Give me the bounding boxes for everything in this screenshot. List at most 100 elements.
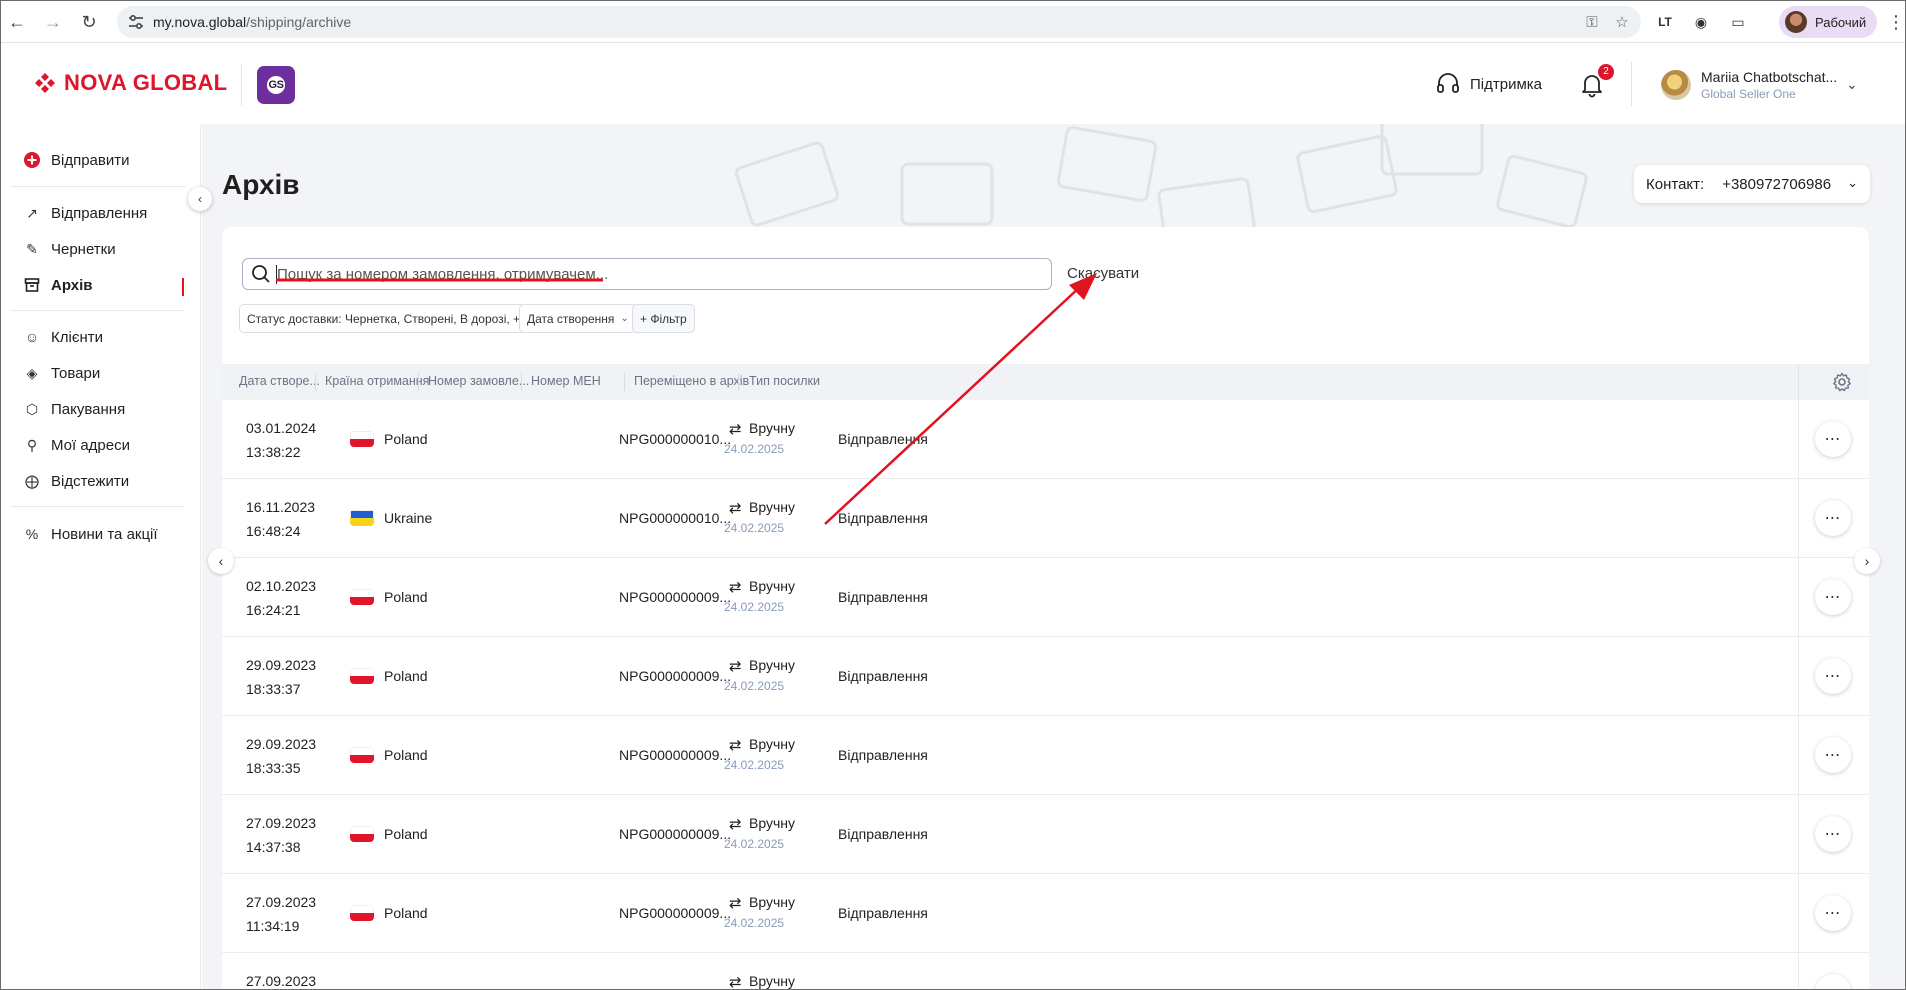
support-button[interactable]: Підтримка	[1435, 71, 1542, 97]
table-row[interactable]: 27.09.2023 ⇄ Вручну	[222, 953, 1798, 989]
sidebar-item-label: Архів	[51, 276, 93, 294]
table-row[interactable]: 02.10.2023 16:24:21 Poland NPG000000009... ⇄…	[222, 558, 1798, 637]
table-row[interactable]: 16.11.2023 16:48:24 Ukraine NPG000000010...…	[222, 479, 1798, 558]
address-bar[interactable]: my.nova.global/shipping/archive ⚿ ☆	[117, 6, 1641, 38]
search-input[interactable]: Пошук за номером замовлення, отримувачем…	[242, 258, 1052, 290]
archive-icon	[23, 276, 41, 294]
created-time: 18:33:37	[246, 681, 301, 697]
poland-flag-icon	[350, 826, 374, 842]
move-arrows-icon: ⇄	[729, 816, 742, 833]
sidebar: Відправити ↗ Відправлення ✎ Чернетки Арх…	[1, 124, 201, 989]
extensions-icon[interactable]: ▭	[1728, 12, 1748, 32]
created-date: 02.10.2023	[246, 578, 317, 594]
support-label: Підтримка	[1470, 75, 1543, 93]
more-actions-button[interactable]: ⋯	[1815, 658, 1851, 694]
key-icon[interactable]: ⚿	[1583, 14, 1601, 32]
forward-icon[interactable]: →	[41, 10, 65, 34]
column-parcel-type[interactable]: Тип посилки	[749, 374, 820, 388]
sidebar-item-shipments[interactable]: ↗ Відправлення	[23, 204, 147, 222]
tag-icon: ◈	[26, 364, 38, 381]
meh-number: NPG000000009...	[619, 905, 732, 921]
url-text: my.nova.global/shipping/archive	[153, 14, 352, 30]
headset-icon	[1437, 73, 1459, 93]
column-moved-to-archive[interactable]: Переміщено в архів	[634, 374, 749, 388]
main-content: Архів Контакт: +380972706986 ⌄ Пошук за …	[202, 124, 1905, 989]
moved-date: 24.02.2025	[724, 916, 785, 930]
scroll-left-button[interactable]: ‹	[208, 548, 234, 574]
moved-method: Вручну	[749, 894, 795, 910]
back-icon[interactable]: ←	[5, 10, 29, 34]
sidebar-item-track[interactable]: ⨁ Відстежити	[23, 472, 129, 490]
sidebar-item-label: Відстежити	[51, 472, 130, 490]
table-row[interactable]: 27.09.2023 14:37:38 Poland NPG000000009... ⇄…	[222, 795, 1798, 874]
move-arrows-icon: ⇄	[729, 500, 742, 517]
sidebar-item-clients[interactable]: ☺ Клієнти	[23, 328, 103, 346]
contact-selector[interactable]: Контакт: +380972706986 ⌄	[1634, 165, 1870, 203]
gs-badge[interactable]: GS	[257, 66, 295, 104]
more-actions-button[interactable]: ⋯	[1815, 579, 1851, 615]
more-actions-button[interactable]: ⋯	[1815, 895, 1851, 931]
country-name: Ukraine	[384, 510, 433, 526]
sidebar-item-news[interactable]: % Новини та акції	[23, 525, 158, 543]
site-settings-icon[interactable]	[127, 13, 145, 31]
sidebar-item-send[interactable]: Відправити	[23, 151, 130, 169]
user-name[interactable]: Mariia Chatbotschat...	[1701, 69, 1837, 85]
users-icon: ☺	[24, 329, 40, 345]
filter-label: Дата створення	[527, 311, 615, 326]
more-actions-button[interactable]: ⋯	[1815, 737, 1851, 773]
moved-date: 24.02.2025	[724, 837, 785, 851]
sidebar-item-addresses[interactable]: ⚲ Мої адреси	[23, 436, 130, 454]
star-icon[interactable]: ☆	[1613, 14, 1631, 32]
poland-flag-icon	[350, 668, 374, 684]
gear-icon[interactable]	[1832, 372, 1852, 392]
camera-icon[interactable]: ◉	[1691, 12, 1711, 32]
created-time: 16:48:24	[246, 523, 301, 539]
more-actions-button[interactable]: ⋯	[1815, 974, 1851, 989]
row-actions-cell: ⋯	[1798, 795, 1869, 874]
sidebar-item-packaging[interactable]: ⬡ Пакування	[23, 400, 125, 418]
filter-delivery-status[interactable]: Статус доставки: Чернетка, Створені, В д…	[239, 304, 550, 333]
profile-button[interactable]: Рабочий	[1779, 6, 1877, 38]
column-meh-number[interactable]: Номер МЕН	[531, 374, 601, 388]
table-row[interactable]: 27.09.2023 11:34:19 Poland NPG000000009... ⇄…	[222, 874, 1798, 953]
sidebar-item-label: Мої адреси	[51, 436, 130, 454]
target-icon: ⨁	[25, 472, 39, 489]
user-avatar[interactable]	[1661, 70, 1691, 100]
column-country[interactable]: Країна отримання	[325, 374, 429, 388]
browser-menu-icon[interactable]: ⋮	[1887, 13, 1905, 31]
more-actions-button[interactable]: ⋯	[1815, 421, 1851, 457]
table-row[interactable]: 29.09.2023 18:33:35 Poland NPG000000009... ⇄…	[222, 716, 1798, 795]
sidebar-collapse-button[interactable]: ‹	[188, 187, 212, 211]
column-separator	[521, 373, 522, 391]
nova-global-logo[interactable]: NOVA GLOBAL	[34, 70, 227, 96]
column-separator	[624, 373, 625, 391]
cancel-search-button[interactable]: Скасувати	[1067, 265, 1139, 282]
poland-flag-icon	[350, 431, 374, 447]
more-horizontal-icon: ⋯	[1824, 905, 1842, 922]
more-actions-button[interactable]: ⋯	[1815, 500, 1851, 536]
column-order-number[interactable]: Номер замовле...	[428, 374, 529, 388]
scroll-right-button[interactable]: ›	[1854, 548, 1880, 574]
created-datetime: 27.09.2023	[246, 969, 316, 989]
profile-avatar	[1785, 11, 1807, 33]
sidebar-item-drafts[interactable]: ✎ Чернетки	[23, 240, 116, 258]
parcel-type: Відправлення	[838, 826, 928, 842]
sidebar-item-archive[interactable]: Архів	[23, 276, 93, 294]
table-row[interactable]: 03.01.2024 13:38:22 Poland NPG000000010... ⇄…	[222, 400, 1798, 479]
more-horizontal-icon: ⋯	[1824, 510, 1842, 527]
table-row[interactable]: 29.09.2023 18:33:37 Poland NPG000000009... ⇄…	[222, 637, 1798, 716]
chevron-down-icon[interactable]: ⌄	[1846, 76, 1858, 93]
column-created-date[interactable]: Дата створе...	[239, 374, 320, 388]
parcel-type: Відправлення	[838, 589, 928, 605]
reload-icon[interactable]: ↻	[77, 10, 101, 34]
pencil-icon: ✎	[26, 240, 38, 257]
add-filter-button[interactable]: + Фільтр	[632, 304, 695, 333]
more-actions-button[interactable]: ⋯	[1815, 816, 1851, 852]
translate-extension-icon[interactable]: LT	[1655, 12, 1675, 32]
filter-created-date[interactable]: Дата створення ⌄	[519, 304, 637, 333]
user-company: Global Seller One	[1701, 87, 1796, 101]
contact-value: +380972706986	[1722, 175, 1832, 193]
plus-circle-icon	[23, 151, 41, 169]
move-arrows-icon: ⇄	[729, 895, 742, 912]
sidebar-item-products[interactable]: ◈ Товари	[23, 364, 101, 382]
